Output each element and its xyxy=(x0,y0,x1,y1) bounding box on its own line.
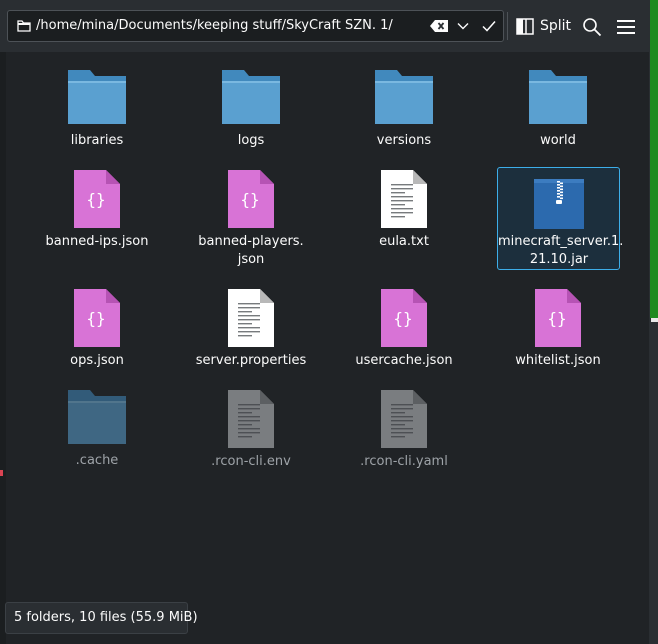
file-name-line-1: banned-players. xyxy=(198,234,304,249)
folder-icon xyxy=(190,70,312,128)
folder-icon xyxy=(17,20,31,32)
file-name: server.properties xyxy=(195,353,307,368)
file-item-banned-players-json[interactable]: {} banned-players. json xyxy=(190,166,312,272)
file-item-dot-rcon-cli-env[interactable]: .rcon-cli.env xyxy=(190,386,312,492)
file-item-dot-cache[interactable]: .cache xyxy=(36,386,158,492)
text-file-icon xyxy=(190,289,312,351)
file-name-line-2: 21.10.jar xyxy=(529,252,589,267)
file-item-versions[interactable]: versions xyxy=(343,66,465,172)
right-edge-marker xyxy=(651,318,658,322)
file-name: .rcon-cli.env xyxy=(211,454,291,469)
file-name: .rcon-cli.yaml xyxy=(360,454,448,469)
file-name: .cache xyxy=(75,453,119,468)
file-item-ops-json[interactable]: {} ops.json xyxy=(36,285,158,391)
location-path[interactable]: /home/mina/Documents/keeping stuff/SkyCr… xyxy=(36,18,393,33)
file-name: whitelist.json xyxy=(515,353,601,368)
svg-text:{}: {} xyxy=(393,309,412,328)
toolbar: /home/mina/Documents/keeping stuff/SkyCr… xyxy=(0,0,658,53)
json-file-icon: {} xyxy=(497,289,619,351)
folder-icon xyxy=(36,390,158,448)
folder-icon xyxy=(343,70,465,128)
file-item-dot-rcon-cli-yaml[interactable]: .rcon-cli.yaml xyxy=(343,386,465,492)
json-file-icon: {} xyxy=(36,289,158,351)
status-bar: 5 folders, 10 files (55.9 MiB) xyxy=(5,602,198,634)
file-name-line-1: minecraft_server.1. xyxy=(498,234,624,249)
text-file-icon xyxy=(190,390,312,452)
file-name: ops.json xyxy=(70,353,124,368)
status-summary: 5 folders, 10 files (55.9 MiB) xyxy=(14,610,198,625)
json-file-icon: {} xyxy=(343,289,465,351)
svg-text:{}: {} xyxy=(240,190,259,209)
folder-icon xyxy=(497,70,619,128)
file-name: minecraft_server.1. 21.10.jar xyxy=(498,233,624,269)
split-label: Split xyxy=(540,18,572,34)
file-item-banned-ips-json[interactable]: {} banned-ips.json xyxy=(36,166,158,272)
file-name: world xyxy=(540,133,576,148)
svg-text:{}: {} xyxy=(547,309,566,328)
toolbar-separator xyxy=(507,12,508,40)
file-name: banned-players. json xyxy=(190,233,312,269)
file-item-usercache-json[interactable]: {} usercache.json xyxy=(343,285,465,391)
file-item-minecraft-server-1-21-10-jar[interactable]: minecraft_server.1. 21.10.jar xyxy=(497,167,624,270)
chevron-down-icon[interactable] xyxy=(457,20,469,32)
background-window-strip xyxy=(650,0,658,318)
file-name: logs xyxy=(237,133,265,148)
confirm-check-icon[interactable] xyxy=(482,19,496,33)
clear-icon[interactable] xyxy=(429,19,449,33)
hamburger-menu-icon[interactable] xyxy=(616,18,636,36)
left-edge-marker xyxy=(0,470,3,476)
file-name: eula.txt xyxy=(379,234,429,249)
file-name: versions xyxy=(376,133,432,148)
file-name-line-2: json xyxy=(237,252,265,267)
search-icon[interactable] xyxy=(582,17,602,37)
file-item-logs[interactable]: logs xyxy=(190,66,312,172)
file-item-libraries[interactable]: libraries xyxy=(36,66,158,172)
file-name: usercache.json xyxy=(355,353,453,368)
text-file-icon xyxy=(343,390,465,452)
split-view-button[interactable]: Split xyxy=(514,14,572,40)
file-name: banned-ips.json xyxy=(45,234,149,249)
text-file-icon xyxy=(343,170,465,232)
json-file-icon: {} xyxy=(190,170,312,232)
file-item-whitelist-json[interactable]: {} whitelist.json xyxy=(497,285,619,391)
location-bar[interactable]: /home/mina/Documents/keeping stuff/SkyCr… xyxy=(7,10,504,42)
split-view-icon xyxy=(516,18,534,35)
archive-file-icon xyxy=(498,179,620,233)
file-item-server-properties[interactable]: server.properties xyxy=(190,285,312,391)
file-name: libraries xyxy=(70,133,124,148)
json-file-icon: {} xyxy=(36,170,158,232)
file-item-world[interactable]: world xyxy=(497,66,619,172)
folder-icon xyxy=(36,70,158,128)
file-item-eula-txt[interactable]: eula.txt xyxy=(343,166,465,272)
svg-text:{}: {} xyxy=(86,309,105,328)
svg-text:{}: {} xyxy=(86,190,105,209)
